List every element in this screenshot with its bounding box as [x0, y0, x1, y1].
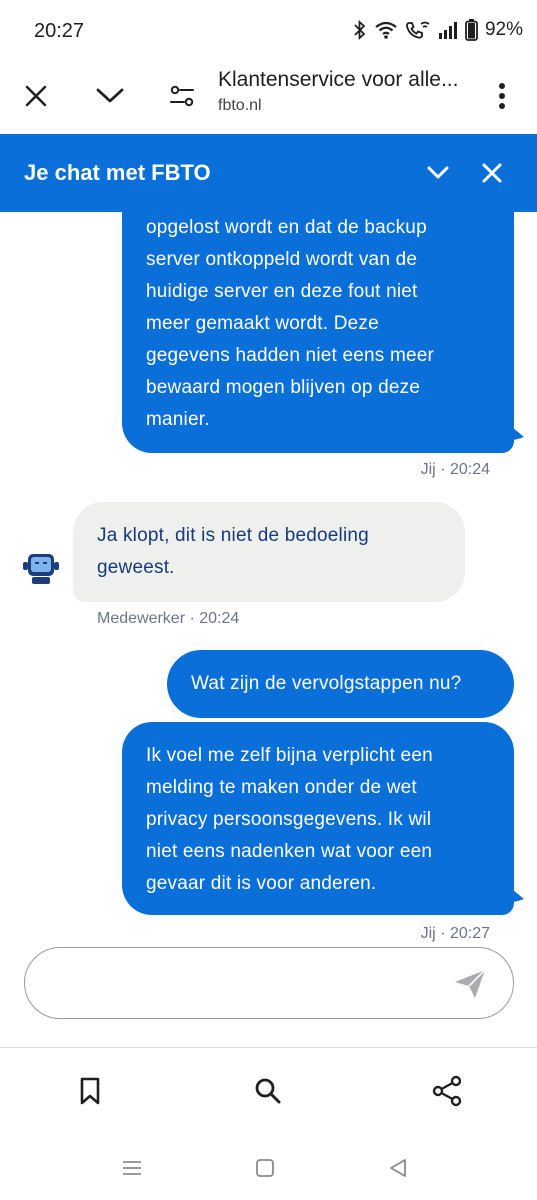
close-icon	[482, 163, 502, 183]
browser-bottom-bar	[0, 1048, 537, 1136]
phone-screen: 20:27 92% Klantenservice voor alle... fb…	[0, 0, 537, 1200]
message-composer	[24, 947, 514, 1019]
status-bar: 20:27 92%	[0, 0, 537, 62]
user-message: Wat zijn de vervolgstappen nu?	[167, 650, 514, 718]
status-time: 20:27	[34, 20, 85, 42]
signal-icon	[438, 20, 458, 40]
collapse-chat-button[interactable]	[416, 151, 460, 195]
more-options-button[interactable]	[478, 72, 526, 120]
back-button[interactable]	[380, 1152, 416, 1184]
message-meta: Jij · 20:27	[420, 925, 490, 942]
recents-icon	[123, 1161, 141, 1175]
home-icon	[256, 1159, 274, 1177]
bluetooth-icon	[353, 20, 367, 40]
message-text: opgelost wordt en dat de backup server o…	[146, 217, 435, 430]
share-button[interactable]	[424, 1068, 470, 1114]
home-button[interactable]	[247, 1152, 283, 1184]
recents-button[interactable]	[114, 1152, 150, 1184]
search-icon	[255, 1078, 281, 1104]
user-message: opgelost wordt en dat de backup server o…	[122, 212, 514, 453]
message-text: Wat zijn de vervolgstappen nu?	[191, 673, 462, 694]
send-icon	[455, 969, 486, 998]
minimize-tab-button[interactable]	[86, 72, 134, 120]
bookmark-icon	[80, 1077, 100, 1105]
page-url: fbto.nl	[218, 97, 262, 114]
message-text: Ik voel me zelf bijna verplicht een meld…	[146, 745, 433, 894]
battery-icon	[465, 19, 478, 41]
chat-header: Je chat met FBTO	[0, 134, 537, 212]
message-meta: Medewerker · 20:24	[97, 610, 240, 627]
share-icon	[432, 1075, 462, 1107]
bookmark-button[interactable]	[67, 1068, 113, 1114]
system-nav-bar	[0, 1136, 537, 1200]
battery-percentage: 92%	[484, 19, 523, 40]
bubble-tail	[500, 879, 524, 903]
user-message: Ik voel me zelf bijna verplicht een meld…	[122, 722, 514, 915]
wifi-calling-icon	[405, 20, 431, 40]
page-title: Klantenservice voor alle...	[218, 68, 459, 91]
site-settings-icon	[170, 85, 194, 107]
send-button[interactable]	[451, 966, 489, 1002]
chevron-down-icon	[427, 166, 449, 179]
bubble-tail	[500, 417, 524, 441]
chat-title: Je chat met FBTO	[24, 160, 211, 185]
close-icon	[25, 85, 47, 107]
chevron-down-icon	[96, 88, 124, 103]
close-tab-button[interactable]	[12, 72, 60, 120]
back-icon	[390, 1159, 406, 1177]
more-vert-icon	[499, 83, 505, 109]
message-input[interactable]	[49, 966, 449, 1000]
chat-messages: opgelost wordt en dat de backup server o…	[0, 212, 537, 942]
site-settings-button[interactable]	[158, 72, 206, 120]
robot-icon	[23, 554, 59, 584]
agent-avatar	[22, 552, 60, 586]
browser-toolbar: Klantenservice voor alle... fbto.nl	[0, 62, 537, 134]
message-text: Ja klopt, dit is niet de bedoeling gewee…	[97, 525, 369, 578]
search-button[interactable]	[245, 1068, 291, 1114]
agent-message: Ja klopt, dit is niet de bedoeling gewee…	[73, 502, 465, 602]
message-meta: Jij · 20:24	[420, 461, 490, 478]
close-chat-button[interactable]	[470, 151, 514, 195]
wifi-icon	[374, 20, 398, 40]
status-icons: 92%	[353, 19, 523, 41]
